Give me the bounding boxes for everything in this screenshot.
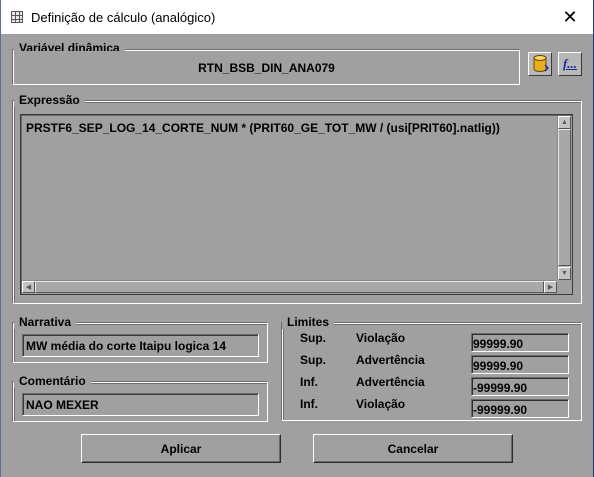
hscroll-thumb[interactable]: [35, 281, 544, 293]
dialog-body: Variável dinâmica RTN_BSB_DIN_ANA079 f..…: [1, 34, 593, 477]
limite-value: -99999.90: [473, 381, 528, 395]
variavel-value-text: RTN_BSB_DIN_ANA079: [198, 60, 335, 75]
expressao-vscrollbar[interactable]: ▲ ▼: [557, 116, 571, 280]
expressao-hscrollbar[interactable]: ◀ ▶: [22, 280, 557, 293]
database-button[interactable]: [528, 52, 552, 76]
limite-type: Violação: [356, 397, 406, 411]
dialog-window: Definição de cálculo (analógico) ✕ Variá…: [0, 0, 593, 477]
function-button[interactable]: f...: [558, 52, 582, 76]
comentario-label: Comentário: [14, 374, 91, 388]
variavel-value: RTN_BSB_DIN_ANA079: [14, 51, 519, 84]
limite-sup-advertencia-field[interactable]: 99999.90: [471, 355, 569, 374]
limite-value: 99999.90: [473, 337, 524, 351]
comentario-field[interactable]: NAO MEXER: [22, 393, 259, 416]
close-button[interactable]: ✕: [547, 0, 593, 34]
limite-kind: Sup.: [300, 353, 326, 367]
narrativa-field[interactable]: MW média do corte Itaipu logica 14: [22, 334, 259, 357]
apply-button[interactable]: Aplicar: [81, 434, 281, 463]
cancel-button-label: Cancelar: [387, 441, 439, 456]
close-icon: ✕: [562, 6, 578, 27]
window-title: Definição de cálculo (analógico): [31, 10, 216, 25]
limites-label: Limites: [282, 315, 335, 329]
limite-type: Advertência: [356, 375, 425, 389]
limite-value: 99999.90: [473, 359, 524, 373]
function-icon: f...: [562, 56, 578, 71]
title-bar[interactable]: Definição de cálculo (analógico) ✕: [1, 0, 593, 34]
scroll-up-icon[interactable]: ▲: [558, 116, 571, 129]
limite-type: Advertência: [356, 353, 425, 367]
limite-kind: Inf.: [300, 375, 318, 389]
expressao-label: Expressão: [14, 93, 85, 107]
limite-kind: Inf.: [300, 397, 318, 411]
scroll-down-icon[interactable]: ▼: [558, 267, 571, 280]
scroll-left-icon[interactable]: ◀: [22, 281, 35, 293]
limite-inf-violacao-field[interactable]: -99999.90: [471, 399, 569, 418]
limite-value: -99999.90: [473, 403, 528, 417]
comentario-value: NAO MEXER: [26, 397, 99, 412]
apply-button-label: Aplicar: [160, 441, 202, 456]
expressao-editor[interactable]: PRSTF6_SEP_LOG_14_CORTE_NUM * (PRIT60_GE…: [20, 114, 573, 295]
limite-inf-advertencia-field[interactable]: -99999.90: [471, 377, 569, 396]
narrativa-label: Narrativa: [14, 315, 77, 329]
limite-sup-violacao-field[interactable]: 99999.90: [471, 333, 569, 352]
cancel-button[interactable]: Cancelar: [313, 434, 513, 463]
app-grid-icon: [11, 11, 23, 23]
scroll-right-icon[interactable]: ▶: [544, 281, 557, 293]
expressao-text: PRSTF6_SEP_LOG_14_CORTE_NUM * (PRIT60_GE…: [26, 121, 500, 135]
database-icon: [533, 55, 549, 72]
limite-kind: Sup.: [300, 331, 326, 345]
narrativa-value: MW média do corte Itaipu logica 14: [26, 338, 227, 353]
limite-type: Violação: [356, 331, 406, 345]
vscroll-thumb[interactable]: [558, 129, 571, 266]
